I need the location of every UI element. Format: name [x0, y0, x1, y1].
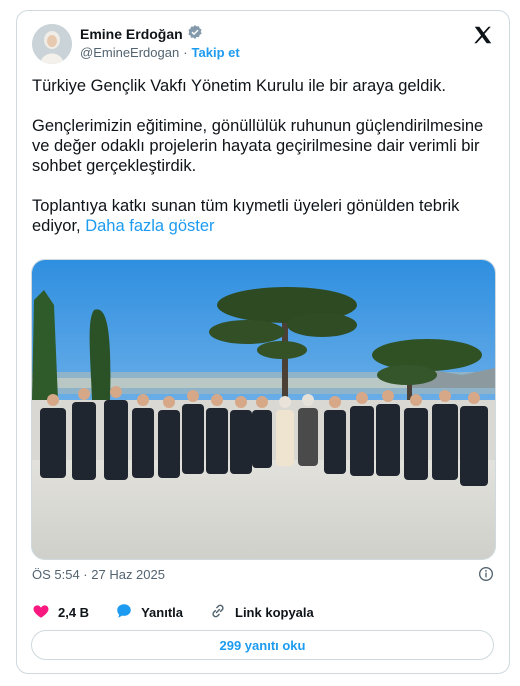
heart-icon — [32, 602, 50, 623]
like-count: 2,4 B — [58, 605, 90, 620]
reply-label: Yanıtla — [141, 605, 183, 620]
link-icon — [209, 602, 227, 623]
show-more-link[interactable]: Daha fazla göster — [85, 217, 214, 235]
timestamp[interactable]: ÖS 5:54 · 27 Haz 2025 — [32, 567, 165, 582]
copy-link-button[interactable]: Link kopyala — [209, 602, 314, 623]
verified-badge-icon — [187, 24, 203, 43]
action-bar: 2,4 B Yanıtla Link kopyala — [32, 602, 340, 623]
avatar[interactable] — [32, 24, 72, 64]
follow-button[interactable]: Takip et — [192, 45, 240, 60]
read-replies-label: 299 yanıtı oku — [219, 637, 306, 653]
handle-row: @EmineErdogan · Takip et — [80, 45, 240, 60]
separator-dot: · — [183, 45, 188, 60]
reply-bubble-icon — [115, 602, 133, 623]
tweet-paragraph: Türkiye Gençlik Vakfı Yönetim Kurulu ile… — [32, 77, 446, 95]
info-icon[interactable] — [478, 566, 494, 582]
tweet-paragraph: Gençlerimizin eğitimine, gönüllülük ruhu… — [32, 117, 484, 175]
tweet-paragraph-last: Toplantıya katkı sunan tüm kıymetli üyel… — [32, 196, 490, 236]
like-button[interactable]: 2,4 B — [32, 602, 89, 623]
reply-button[interactable]: Yanıtla — [115, 602, 183, 623]
author-name[interactable]: Emine Erdoğan — [80, 26, 183, 42]
author-row[interactable]: Emine Erdoğan — [80, 24, 203, 43]
x-logo-icon[interactable] — [472, 24, 494, 46]
group-photo-illustration — [32, 260, 495, 559]
read-replies-button[interactable]: 299 yanıtı oku — [31, 630, 494, 660]
tweet-photo[interactable] — [31, 259, 496, 560]
handle[interactable]: @EmineErdogan — [80, 45, 179, 60]
tweet-text: Türkiye Gençlik Vakfı Yönetim Kurulu ile… — [32, 76, 490, 256]
copy-link-label: Link kopyala — [235, 605, 314, 620]
